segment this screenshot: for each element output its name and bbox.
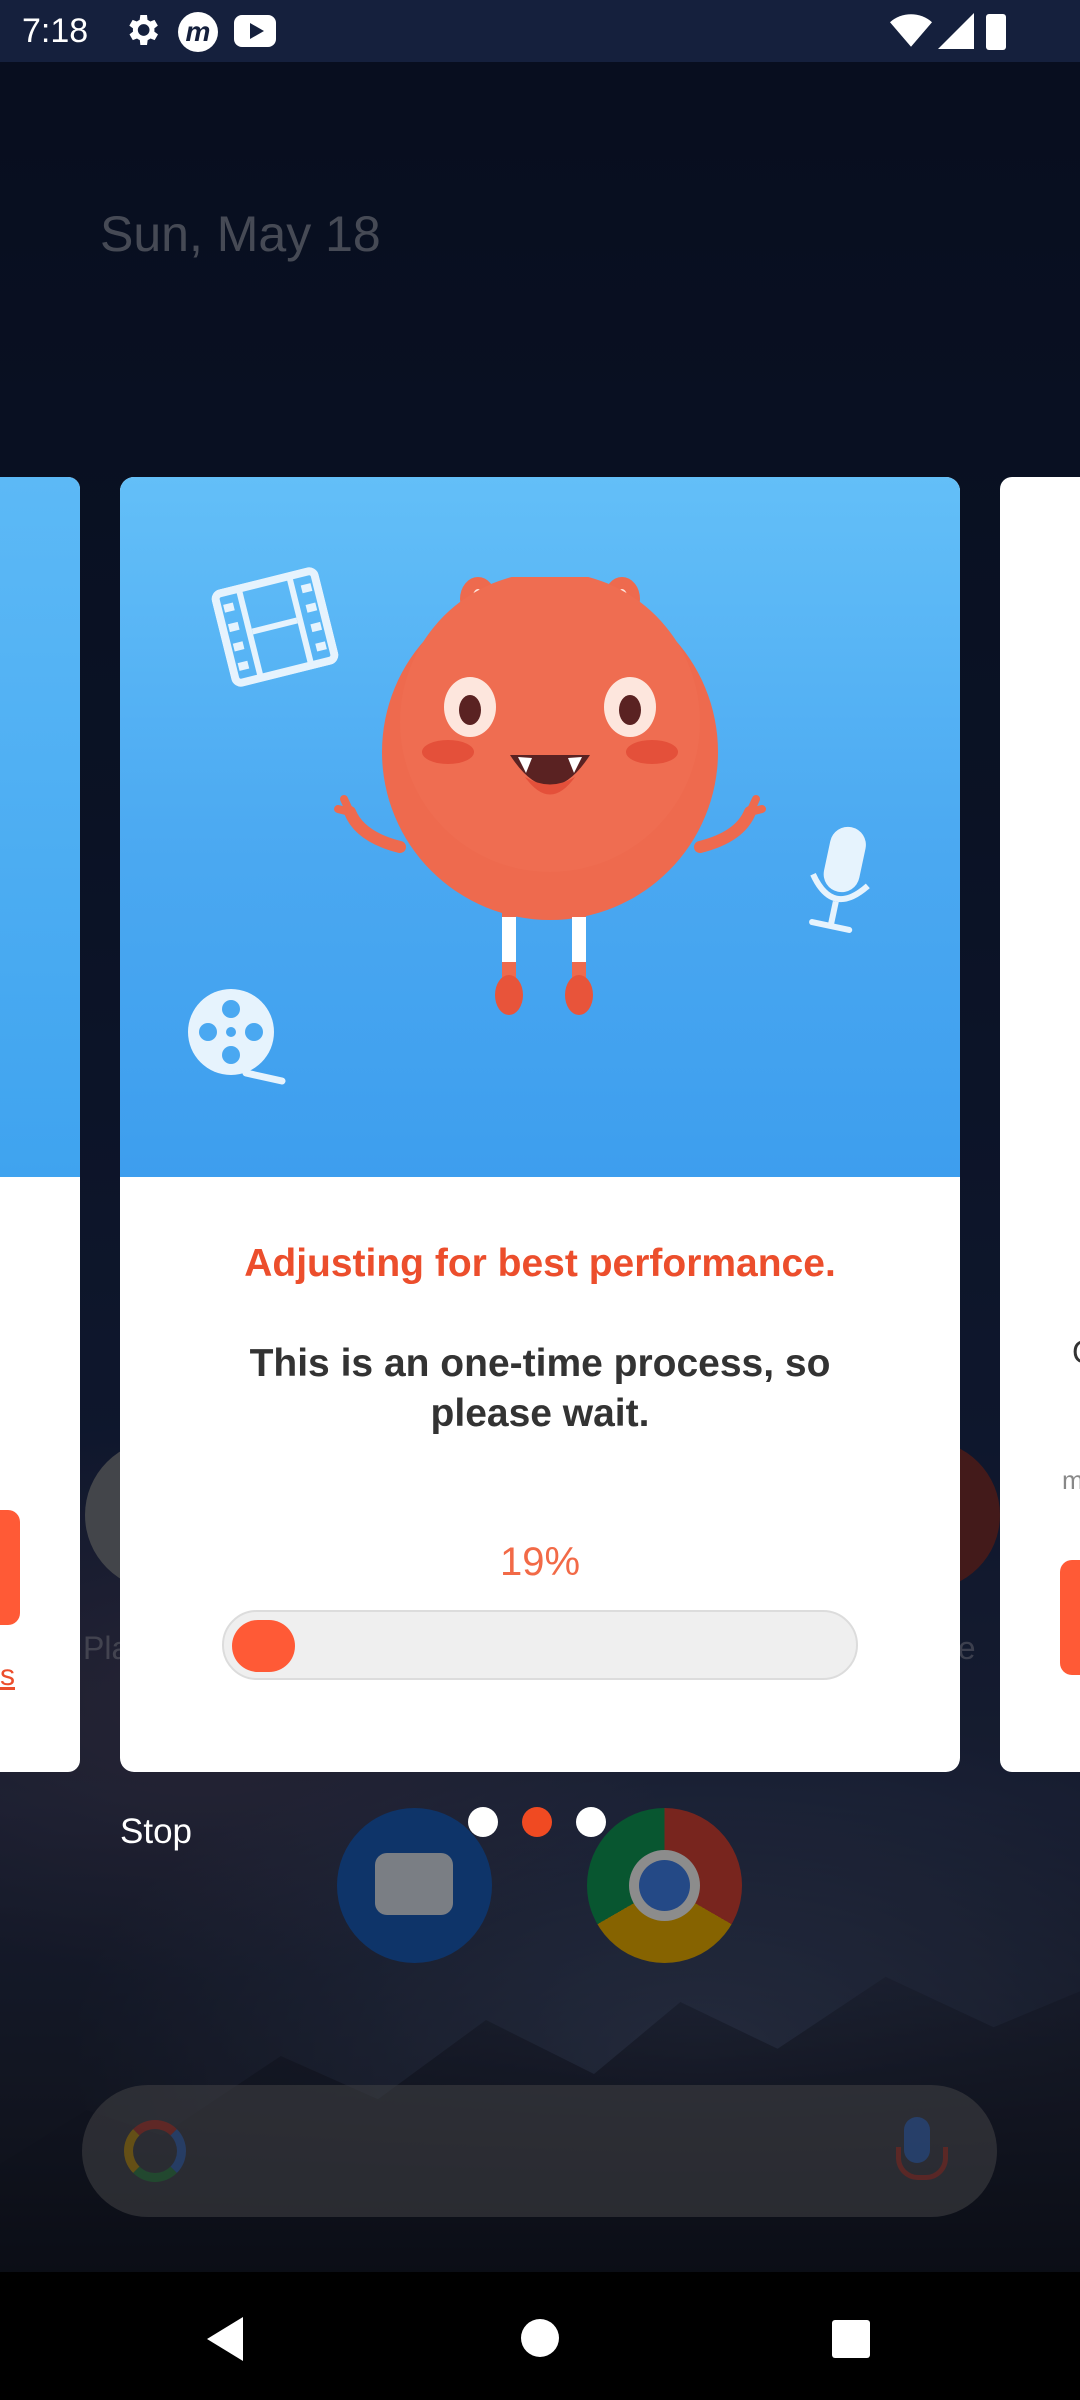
status-bar: 7:18 m bbox=[0, 0, 1080, 62]
dialog-subtext: This is an one-time process, so please w… bbox=[249, 1342, 831, 1435]
progress-percent-label: 19% bbox=[499, 1540, 581, 1584]
back-icon[interactable] bbox=[203, 2315, 247, 2363]
right-card-button[interactable] bbox=[1060, 1560, 1080, 1675]
film-reel-icon bbox=[188, 989, 286, 1085]
page-dot-1[interactable] bbox=[468, 1807, 498, 1837]
recents-icon[interactable] bbox=[832, 2320, 870, 2358]
page-dot-2[interactable] bbox=[522, 1807, 552, 1837]
battery-icon bbox=[986, 14, 1006, 50]
page-dot-3[interactable] bbox=[576, 1807, 606, 1837]
microphone-illustration-icon bbox=[809, 826, 870, 933]
gear-icon bbox=[129, 15, 158, 45]
messenger-m-icon: m bbox=[178, 12, 218, 52]
wifi-icon bbox=[890, 14, 932, 47]
stop-button[interactable]: Stop bbox=[120, 1812, 192, 1852]
left-preview-card[interactable]: s bbox=[0, 477, 80, 1772]
card-hero bbox=[120, 477, 960, 1177]
left-card-button[interactable] bbox=[0, 1510, 20, 1625]
monster-mascot-illustration bbox=[334, 577, 766, 1015]
youtube-icon bbox=[234, 15, 276, 47]
left-card-link[interactable]: s bbox=[0, 1659, 15, 1693]
navigation-bar bbox=[0, 2272, 1080, 2400]
status-time: 7:18 bbox=[22, 12, 89, 50]
dialog-headline: Adjusting for best performance. bbox=[244, 1242, 836, 1285]
left-card-hero bbox=[0, 477, 80, 1177]
progress-bar bbox=[222, 1610, 858, 1680]
progress-bar-fill bbox=[232, 1620, 295, 1672]
right-card-text: C bbox=[1072, 1334, 1080, 1371]
right-card-subtext: m bbox=[1062, 1465, 1080, 1495]
film-strip-icon bbox=[211, 567, 339, 687]
home-icon[interactable] bbox=[521, 2319, 559, 2357]
signal-icon bbox=[938, 13, 974, 49]
optimization-dialog-card: Adjusting for best performance. This is … bbox=[120, 477, 960, 1772]
right-preview-card[interactable]: C m bbox=[1000, 477, 1080, 1772]
